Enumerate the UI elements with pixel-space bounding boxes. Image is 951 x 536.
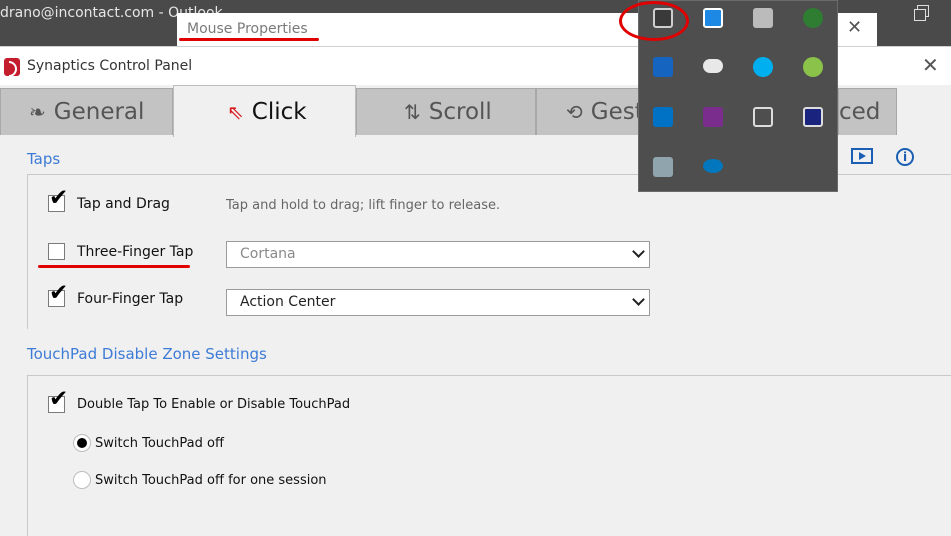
three-finger-tap-label: Three-Finger Tap <box>77 244 194 260</box>
tab-scroll[interactable]: ⇅ Scroll <box>356 88 536 135</box>
mouse-properties-title: Mouse Properties <box>187 21 308 37</box>
cursor-click-icon: ⇖ <box>227 99 244 124</box>
html5-shield-icon[interactable] <box>653 57 673 77</box>
three-finger-tap-checkbox[interactable] <box>48 243 65 260</box>
outlook-icon[interactable] <box>653 107 673 127</box>
usb-eject-icon[interactable] <box>803 107 823 127</box>
switch-off-label: Switch TouchPad off <box>95 436 224 451</box>
tap-drag-checkbox[interactable]: ✔ <box>48 187 68 212</box>
divider <box>27 174 28 329</box>
tab-gestures[interactable]: ⟲ Gest <box>536 88 644 135</box>
tab-click[interactable]: ⇖ Click <box>173 85 356 137</box>
synaptics-logo-icon <box>4 58 20 77</box>
gesture-icon: ⟲ <box>566 100 583 124</box>
divider <box>27 375 951 376</box>
close-icon[interactable]: ✕ <box>847 17 862 38</box>
annotation-underline <box>179 38 319 41</box>
three-finger-tap-select[interactable]: Cortana <box>226 241 650 268</box>
switch-off-session-label: Switch TouchPad off for one session <box>95 473 327 488</box>
intel-icon[interactable] <box>703 159 723 173</box>
chevron-down-icon <box>632 245 645 258</box>
double-tap-label: Double Tap To Enable or Disable TouchPad <box>77 397 351 412</box>
scroll-arrows-icon: ⇅ <box>404 100 421 124</box>
tab-label: Click <box>251 98 307 125</box>
disable-zone-heading: TouchPad Disable Zone Settings <box>27 345 267 363</box>
tab-general[interactable]: ❧ General <box>0 88 173 135</box>
document-icon[interactable] <box>753 107 773 127</box>
annotation-underline <box>38 265 190 268</box>
tab-label: Gest <box>590 99 644 125</box>
leaf-icon: ❧ <box>29 100 46 124</box>
globe-icon[interactable] <box>803 8 823 28</box>
network-monitor-icon[interactable] <box>753 8 773 28</box>
switch-off-radio[interactable] <box>73 434 91 452</box>
onenote-icon[interactable] <box>703 107 723 127</box>
onedrive-cloud-icon[interactable] <box>703 59 723 73</box>
taps-heading: Taps <box>27 150 61 168</box>
intel-graphics-icon[interactable] <box>703 8 723 28</box>
tab-label: Scroll <box>428 99 492 125</box>
chevron-down-icon <box>632 293 645 306</box>
checkmark-icon: ✔ <box>49 386 69 412</box>
divider <box>27 375 28 536</box>
restore-icon[interactable] <box>914 5 929 21</box>
checkmark-icon: ✔ <box>49 280 69 306</box>
double-tap-checkbox[interactable]: ✔ <box>48 388 68 413</box>
select-value: Action Center <box>240 294 336 310</box>
annotation-circle <box>619 1 689 41</box>
four-finger-tap-select[interactable]: Action Center <box>226 289 650 316</box>
tab-advanced[interactable]: ced <box>838 88 897 135</box>
switch-off-session-radio[interactable] <box>73 471 91 489</box>
four-finger-tap-label: Four-Finger Tap <box>77 291 184 307</box>
close-icon[interactable]: ✕ <box>922 53 939 77</box>
tap-drag-hint: Tap and hold to drag; lift finger to rel… <box>226 198 501 213</box>
skype-icon[interactable] <box>753 57 773 77</box>
click-tab-content: Taps i ✔ Tap and Drag Tap and hold to dr… <box>0 137 951 536</box>
tap-drag-label: Tap and Drag <box>77 196 170 212</box>
select-value: Cortana <box>240 246 296 262</box>
checkmark-icon: ✔ <box>49 185 69 211</box>
info-icon[interactable]: i <box>896 148 914 166</box>
storage-icon[interactable] <box>653 157 673 177</box>
four-finger-tap-checkbox[interactable]: ✔ <box>48 282 68 307</box>
tab-label: General <box>53 99 145 125</box>
tab-label: ced <box>839 99 881 125</box>
synaptics-window-title: Synaptics Control Panel <box>27 58 193 74</box>
notification-icon[interactable] <box>803 57 823 77</box>
